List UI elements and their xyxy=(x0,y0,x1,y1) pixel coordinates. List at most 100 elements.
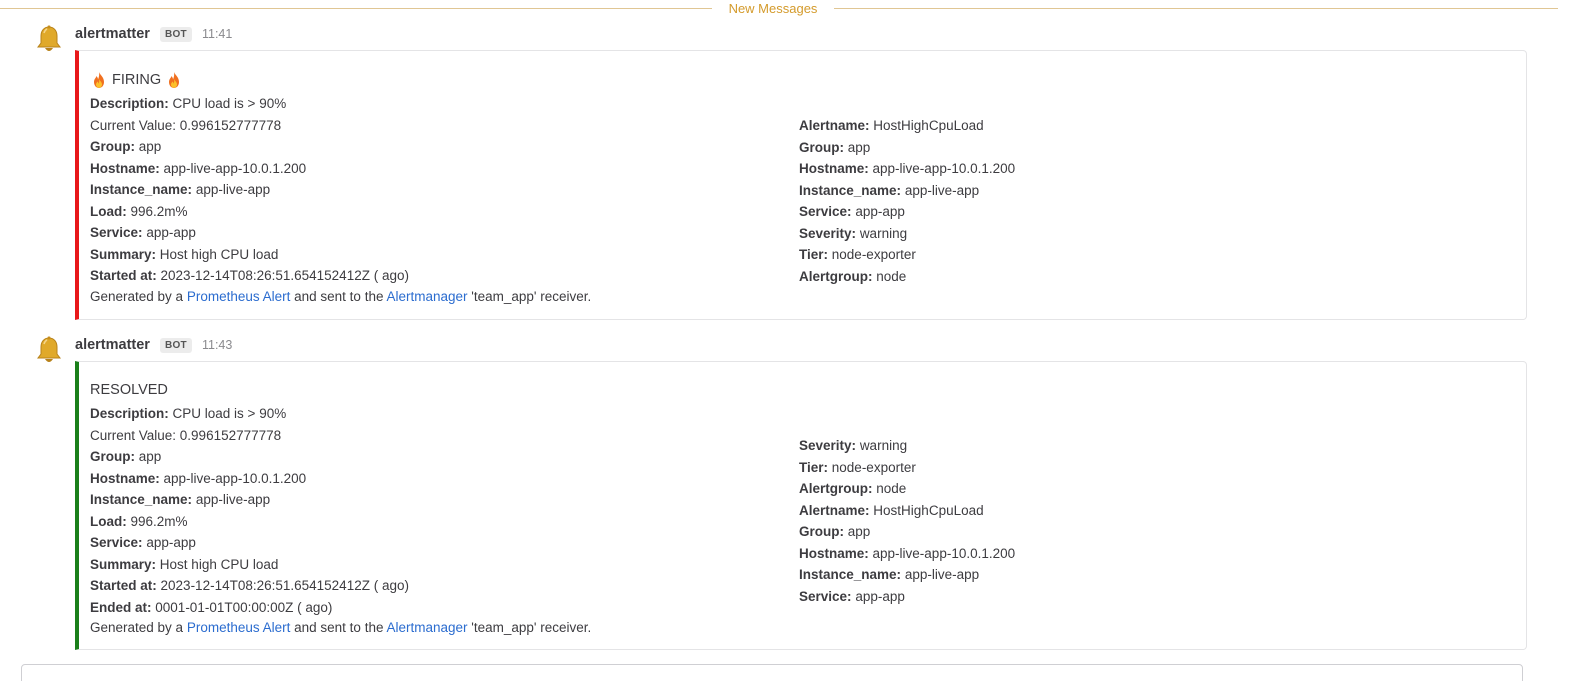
field-row: Severity: warning xyxy=(799,435,1015,457)
field-row: Current Value: 0.996152777778 xyxy=(90,115,409,137)
field-key: Hostname: xyxy=(90,470,160,486)
post-header: alertmatter BOT 11:41 xyxy=(75,24,232,44)
footer-text: and sent to the xyxy=(290,620,387,635)
field-key: Ended at: xyxy=(90,599,152,615)
field-key: Alertgroup: xyxy=(799,268,873,284)
field-key: Load: xyxy=(90,203,127,219)
right-fields: Severity: warning Tier: node-exporter Al… xyxy=(799,435,1015,607)
field-value: Host high CPU load xyxy=(159,556,279,572)
field-key: Load: xyxy=(90,513,127,529)
alertmanager-link[interactable]: Alertmanager xyxy=(386,620,467,635)
field-value: app-live-app-10.0.1.200 xyxy=(163,160,307,176)
prometheus-alert-link[interactable]: Prometheus Alert xyxy=(187,289,291,304)
divider-line-right xyxy=(834,8,1558,9)
footer-text: 'team_app' receiver. xyxy=(467,289,592,304)
field-row: Load: 996.2m% xyxy=(90,201,409,223)
field-row: Instance_name: app-live-app xyxy=(799,564,1015,586)
field-value: app-live-app xyxy=(904,567,980,582)
field-key: Alertgroup: xyxy=(799,481,873,496)
bell-icon[interactable] xyxy=(33,335,65,367)
field-value: app-live-app-10.0.1.200 xyxy=(872,161,1016,176)
field-value: node xyxy=(876,268,907,284)
footer-text: Generated by a xyxy=(90,620,187,635)
field-value: CPU load is > 90% xyxy=(172,406,287,421)
field-row: Ended at: 0001-01-01T00:00:00Z ( ago) xyxy=(90,597,409,619)
field-row: Summary: Host high CPU load xyxy=(90,554,409,576)
field-value: 2023-12-14T08:26:51.654152412Z ( ago) xyxy=(160,268,409,283)
field-key: Summary: xyxy=(90,556,157,572)
field-value: Current Value: 0.996152777778 xyxy=(90,427,282,443)
attachment-title: FIRING xyxy=(90,71,183,89)
alert-attachment: RESOLVED Description: CPU load is > 90% … xyxy=(75,361,1527,650)
post-timestamp[interactable]: 11:43 xyxy=(202,338,232,352)
field-key: Alertname: xyxy=(799,502,870,518)
field-value: app-app xyxy=(146,535,196,550)
field-value: app-app xyxy=(855,588,905,604)
field-row: Description: CPU load is > 90% xyxy=(90,93,409,115)
field-row: Hostname: app-live-app-10.0.1.200 xyxy=(799,543,1015,565)
left-fields: Description: CPU load is > 90% Current V… xyxy=(90,403,409,618)
field-row: Description: CPU load is > 90% xyxy=(90,403,409,425)
username[interactable]: alertmatter xyxy=(75,26,150,42)
post-timestamp[interactable]: 11:41 xyxy=(202,27,232,41)
field-key: Tier: xyxy=(799,459,829,475)
field-row: Alertgroup: node xyxy=(799,478,1015,500)
field-value: HostHighCpuLoad xyxy=(873,118,984,133)
field-row: Group: app xyxy=(90,446,409,468)
attachment-footer: Generated by a Prometheus Alert and sent… xyxy=(90,289,591,304)
field-row: Summary: Host high CPU load xyxy=(90,244,409,266)
field-value: node-exporter xyxy=(831,459,916,475)
field-key: Started at: xyxy=(90,268,157,283)
field-row: Service: app-app xyxy=(799,201,1015,223)
field-row: Hostname: app-live-app-10.0.1.200 xyxy=(799,158,1015,180)
field-key: Group: xyxy=(90,449,135,464)
field-value: app-live-app-10.0.1.200 xyxy=(872,545,1016,561)
attachment-title: RESOLVED xyxy=(90,382,168,398)
field-row: Alertname: HostHighCpuLoad xyxy=(799,500,1015,522)
bell-icon[interactable] xyxy=(33,24,65,56)
field-key: Instance_name: xyxy=(799,567,902,582)
field-key: Instance_name: xyxy=(90,182,193,197)
divider-line-left xyxy=(0,8,712,9)
field-key: Description: xyxy=(90,406,169,421)
field-row: Instance_name: app-live-app xyxy=(90,489,409,511)
footer-text: and sent to the xyxy=(290,289,387,304)
field-key: Summary: xyxy=(90,246,157,262)
field-value: warning xyxy=(859,225,908,241)
field-row: Hostname: app-live-app-10.0.1.200 xyxy=(90,468,409,490)
field-row: Load: 996.2m% xyxy=(90,511,409,533)
field-value: Current Value: 0.996152777778 xyxy=(90,117,282,133)
username[interactable]: alertmatter xyxy=(75,337,150,353)
field-row: Service: app-app xyxy=(90,222,409,244)
message-input[interactable] xyxy=(21,664,1523,681)
field-row: Instance_name: app-live-app xyxy=(799,180,1015,202)
field-key: Service: xyxy=(90,535,143,550)
alert-status-title: FIRING xyxy=(112,72,162,88)
post-header: alertmatter BOT 11:43 xyxy=(75,335,232,355)
field-key: Severity: xyxy=(799,438,857,453)
field-value: app xyxy=(847,524,871,539)
field-value: node-exporter xyxy=(831,247,916,262)
field-value: app-app xyxy=(146,225,196,240)
bot-badge: BOT xyxy=(159,337,192,353)
field-value: app-app xyxy=(855,204,905,219)
alertmanager-link[interactable]: Alertmanager xyxy=(386,289,467,304)
field-value: app-live-app-10.0.1.200 xyxy=(163,470,307,486)
field-row: Group: app xyxy=(799,521,1015,543)
field-key: Hostname: xyxy=(90,160,160,176)
alert-status-title: RESOLVED xyxy=(90,382,168,398)
field-key: Instance_name: xyxy=(90,492,193,507)
footer-text: Generated by a xyxy=(90,289,187,304)
field-row: Group: app xyxy=(799,137,1015,159)
field-row: Service: app-app xyxy=(799,586,1015,608)
footer-text: 'team_app' receiver. xyxy=(467,620,592,635)
field-row: Alertname: HostHighCpuLoad xyxy=(799,115,1015,137)
field-value: 0001-01-01T00:00:00Z ( ago) xyxy=(155,599,333,615)
prometheus-alert-link[interactable]: Prometheus Alert xyxy=(187,620,291,635)
bot-badge: BOT xyxy=(159,26,192,42)
field-key: Hostname: xyxy=(799,161,869,176)
field-row: Tier: node-exporter xyxy=(799,457,1015,479)
field-value: 996.2m% xyxy=(130,203,188,219)
field-value: app-live-app xyxy=(904,182,980,198)
field-row: Started at: 2023-12-14T08:26:51.65415241… xyxy=(90,265,409,287)
